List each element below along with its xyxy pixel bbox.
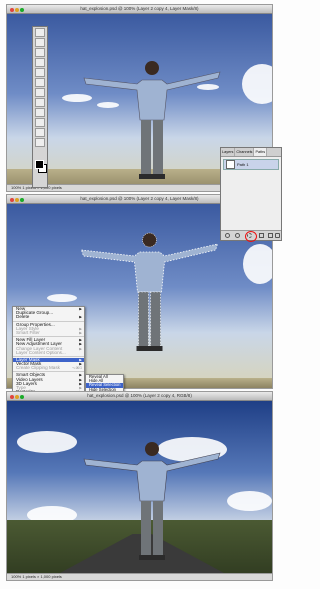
minimize-icon[interactable] — [15, 395, 19, 399]
menu-item-label: Layer Content Options... — [16, 349, 66, 355]
close-icon[interactable] — [10, 198, 14, 202]
menu-item-delete[interactable]: Delete ▶ — [13, 314, 84, 320]
window-titlebar: hat_explosion.psd @ 100% (Layer 2 copy 4… — [7, 392, 272, 401]
tools-panel — [32, 26, 48, 188]
crop-tool-icon[interactable] — [35, 68, 45, 77]
type-tool-icon[interactable] — [35, 138, 45, 147]
brush-tool-icon[interactable] — [35, 88, 45, 97]
minimize-icon[interactable] — [15, 198, 19, 202]
pen-tool-icon[interactable] — [35, 128, 45, 137]
photoshop-window-3: hat_explosion.psd @ 100% (Layer 2 copy 4… — [6, 391, 273, 581]
menu-item-layer-content-options: Layer Content Options... — [13, 349, 84, 355]
panel-tabs: Layers Channels Paths — [221, 148, 281, 157]
quick-select-tool-icon[interactable] — [35, 58, 45, 67]
annotation-circle — [245, 231, 257, 242]
submenu-arrow-icon: ▶ — [79, 315, 82, 320]
submenu-arrow-icon: ▶ — [79, 330, 82, 335]
zoom-icon[interactable] — [20, 395, 24, 399]
menu-item-label: Create Clipping Mask — [16, 365, 60, 371]
path-row[interactable]: Path 1 — [223, 159, 279, 170]
stroke-path-icon[interactable] — [235, 233, 240, 238]
close-icon[interactable] — [10, 395, 14, 399]
window-title: hat_explosion.psd @ 100% (Layer 2 copy 4… — [80, 6, 199, 11]
fill-path-icon[interactable] — [225, 233, 230, 238]
path-thumbnail — [226, 160, 235, 170]
foreground-color-swatch[interactable] — [35, 160, 44, 169]
menu-item-label: Smart Filter — [16, 329, 40, 335]
zoom-icon[interactable] — [20, 198, 24, 202]
window-title: hat_explosion.psd @ 100% (Layer 2 copy 4… — [87, 393, 192, 398]
close-icon[interactable] — [10, 8, 14, 12]
menu-item-smart-filter: Smart Filter ▶ — [13, 329, 84, 335]
window-titlebar: hat_explosion.psd @ 100% (Layer 2 copy 4… — [7, 5, 272, 14]
status-bar: 100% 1 pixels × 1,000 pixels — [7, 573, 272, 580]
layer-context-menu: New ▶ Duplicate Group... Delete ▶ Group Prope… — [12, 306, 85, 394]
zoom-icon[interactable] — [20, 8, 24, 12]
minimize-icon[interactable] — [15, 8, 19, 12]
stamp-tool-icon[interactable] — [35, 98, 45, 107]
marquee-tool-icon[interactable] — [35, 38, 45, 47]
tab-layers[interactable]: Layers — [221, 148, 236, 156]
menu-item-create-clipping-mask: Create Clipping Mask ⌥⌘G — [13, 365, 84, 371]
eraser-tool-icon[interactable] — [35, 108, 45, 117]
move-tool-icon[interactable] — [35, 28, 45, 37]
eyedropper-tool-icon[interactable] — [35, 78, 45, 87]
menu-item-label: Delete — [16, 314, 30, 320]
person-figure-selected — [77, 222, 222, 362]
paths-panel: Layers Channels Paths Path 1 — [220, 147, 282, 242]
make-work-path-icon[interactable] — [259, 233, 264, 238]
document-canvas[interactable]: 100% 1 pixels × 1,000 pixels — [7, 401, 272, 580]
menu-shortcut: ⌥⌘G — [71, 366, 82, 371]
lasso-tool-icon[interactable] — [35, 48, 45, 57]
person-figure — [82, 431, 222, 571]
window-title: hat_explosion.psd @ 100% (Layer 2 copy 4… — [80, 196, 199, 201]
gradient-tool-icon[interactable] — [35, 118, 45, 127]
trash-icon[interactable] — [275, 233, 280, 238]
panel-footer — [221, 230, 281, 242]
tab-channels[interactable]: Channels — [235, 148, 255, 156]
path-name: Path 1 — [237, 162, 249, 167]
tab-paths[interactable]: Paths — [254, 148, 268, 156]
new-path-icon[interactable] — [268, 233, 273, 238]
person-figure — [82, 50, 222, 190]
